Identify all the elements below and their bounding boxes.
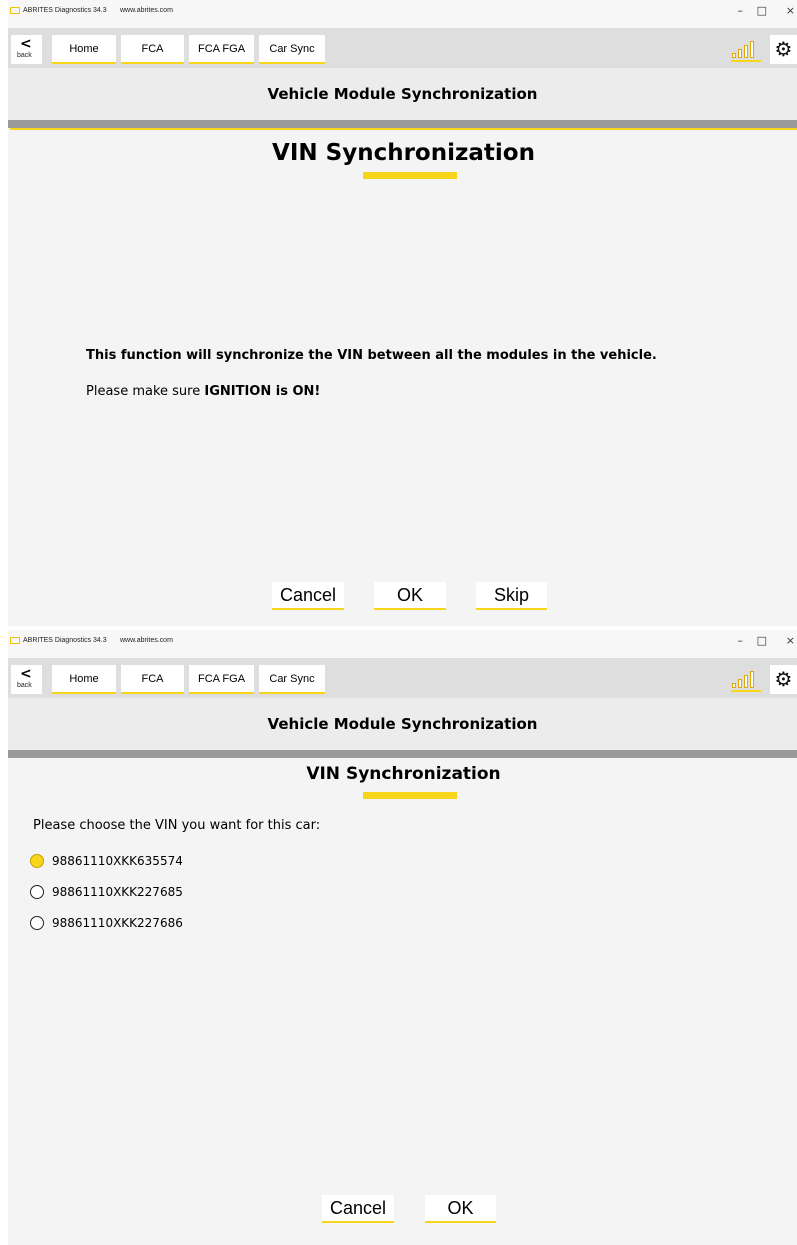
signal-strength-icon xyxy=(731,670,761,692)
back-label: back xyxy=(17,682,32,689)
ok-button[interactable]: OK xyxy=(425,1195,496,1223)
breadcrumb-fca[interactable]: FCA xyxy=(121,35,184,64)
title-underline xyxy=(363,792,457,799)
close-button[interactable]: × xyxy=(786,4,795,17)
ignition-note-prefix: Please make sure xyxy=(86,384,205,399)
radio-unselected-icon[interactable] xyxy=(30,885,44,899)
vin-option-label: 98861110XKK227685 xyxy=(52,885,183,899)
page-header: Vehicle Module Synchronization xyxy=(8,68,797,120)
info-message: This function will synchronize the VIN b… xyxy=(86,348,657,363)
title-underline xyxy=(363,172,457,179)
settings-gear-icon[interactable]: ⚙ xyxy=(770,665,797,694)
minimize-button[interactable]: – xyxy=(738,634,744,647)
breadcrumb-car-sync[interactable]: Car Sync xyxy=(259,665,325,694)
breadcrumb-fca-fga[interactable]: FCA FGA xyxy=(189,665,254,694)
app-title: ABRITES Diagnostics 34.3 xyxy=(23,637,107,644)
panel-title: VIN Synchronization xyxy=(306,764,501,784)
maximize-button[interactable]: □ xyxy=(757,634,767,647)
app-window-vin-choose: ABRITES Diagnostics 34.3 www.abrites.com… xyxy=(8,630,797,1245)
app-url: www.abrites.com xyxy=(120,637,173,644)
divider xyxy=(8,120,797,128)
vin-option[interactable]: 98861110XKK227686 xyxy=(30,913,183,933)
breadcrumb-home[interactable]: Home xyxy=(52,35,116,64)
breadcrumb-home[interactable]: Home xyxy=(52,665,116,694)
settings-gear-icon[interactable]: ⚙ xyxy=(770,35,797,64)
ignition-note-bold: IGNITION is ON! xyxy=(204,384,321,399)
app-url: www.abrites.com xyxy=(120,7,173,14)
breadcrumb-fca[interactable]: FCA xyxy=(121,665,184,694)
close-button[interactable]: × xyxy=(786,634,795,647)
navigation-toolbar: < back Home FCA FCA FGA Car Sync ⚙ xyxy=(8,28,797,68)
cancel-button[interactable]: Cancel xyxy=(322,1195,394,1223)
vin-option-label: 98861110XKK635574 xyxy=(52,854,183,868)
title-bar: ABRITES Diagnostics 34.3 www.abrites.com… xyxy=(8,0,797,28)
signal-strength-icon xyxy=(731,40,761,62)
app-title: ABRITES Diagnostics 34.3 xyxy=(23,7,107,14)
divider xyxy=(8,750,797,758)
breadcrumb-car-sync[interactable]: Car Sync xyxy=(259,35,325,64)
radio-unselected-icon[interactable] xyxy=(30,916,44,930)
navigation-toolbar: < back Home FCA FCA FGA Car Sync ⚙ xyxy=(8,658,797,698)
cancel-button[interactable]: Cancel xyxy=(272,582,344,610)
ignition-note: Please make sure IGNITION is ON! xyxy=(86,384,320,399)
chevron-left-icon: < xyxy=(20,36,32,52)
skip-button[interactable]: Skip xyxy=(476,582,547,610)
content-panel: VIN Synchronization This function will s… xyxy=(10,128,797,626)
app-logo-icon xyxy=(10,637,20,644)
back-label: back xyxy=(17,52,32,59)
content-panel: VIN Synchronization Please choose the VI… xyxy=(10,758,797,1245)
radio-selected-icon[interactable] xyxy=(30,854,44,868)
chevron-left-icon: < xyxy=(20,666,32,682)
app-logo-icon xyxy=(10,7,20,14)
minimize-button[interactable]: – xyxy=(738,4,744,17)
app-window-vin-intro: ABRITES Diagnostics 34.3 www.abrites.com… xyxy=(8,0,797,626)
vin-option-label: 98861110XKK227686 xyxy=(52,916,183,930)
breadcrumb-fca-fga[interactable]: FCA FGA xyxy=(189,35,254,64)
panel-title: VIN Synchronization xyxy=(272,140,535,166)
ok-button[interactable]: OK xyxy=(374,582,446,610)
title-bar: ABRITES Diagnostics 34.3 www.abrites.com… xyxy=(8,630,797,658)
page-header: Vehicle Module Synchronization xyxy=(8,698,797,750)
vin-option[interactable]: 98861110XKK227685 xyxy=(30,882,183,902)
maximize-button[interactable]: □ xyxy=(757,4,767,17)
back-button[interactable]: < back xyxy=(11,665,42,694)
vin-prompt: Please choose the VIN you want for this … xyxy=(33,818,321,833)
vin-option[interactable]: 98861110XKK635574 xyxy=(30,851,183,871)
back-button[interactable]: < back xyxy=(11,35,42,64)
